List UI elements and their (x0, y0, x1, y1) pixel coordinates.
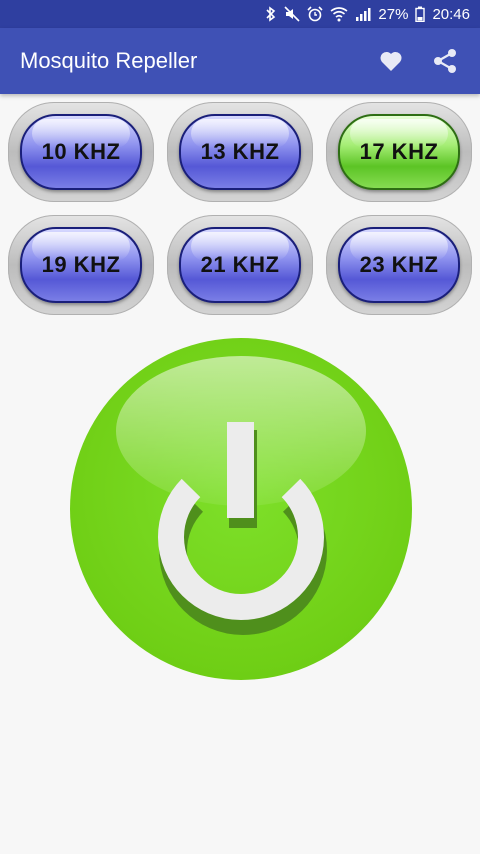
signal-icon (355, 6, 371, 22)
freq-label: 19 KHZ (41, 252, 121, 277)
app-bar: Mosquito Repeller (0, 28, 480, 94)
freq-button-face: 23 KHZ (338, 227, 460, 303)
freq-button-10khz[interactable]: 10 KHZ (8, 102, 154, 202)
share-icon (434, 49, 456, 73)
freq-label: 10 KHZ (41, 139, 121, 164)
freq-label: 13 KHZ (200, 139, 280, 164)
heart-icon (380, 51, 402, 71)
freq-button-face: 19 KHZ (20, 227, 142, 303)
freq-button-19khz[interactable]: 19 KHZ (8, 215, 154, 315)
freq-button-23khz[interactable]: 23 KHZ (326, 215, 472, 315)
alarm-icon (307, 6, 323, 22)
freq-button-13khz[interactable]: 13 KHZ (167, 102, 313, 202)
freq-button-face: 13 KHZ (179, 114, 301, 190)
wifi-icon (330, 6, 348, 22)
clock: 20:46 (432, 5, 470, 23)
freq-label: 17 KHZ (359, 139, 439, 164)
favorite-button[interactable] (364, 34, 418, 88)
mute-icon (284, 6, 300, 22)
freq-button-face: 17 KHZ (338, 114, 460, 190)
freq-label: 23 KHZ (359, 252, 439, 277)
freq-button-face: 21 KHZ (179, 227, 301, 303)
status-bar: 27% 20:46 (0, 0, 480, 28)
freq-button-face: 10 KHZ (20, 114, 142, 190)
battery-percent: 27% (378, 5, 409, 23)
app-title: Mosquito Repeller (20, 48, 198, 73)
share-button[interactable] (418, 34, 472, 88)
freq-button-17khz[interactable]: 17 KHZ (326, 102, 472, 202)
bluetooth-icon (265, 6, 277, 22)
power-icon (158, 422, 327, 635)
freq-label: 21 KHZ (200, 252, 280, 277)
power-button[interactable] (70, 338, 412, 680)
freq-button-21khz[interactable]: 21 KHZ (167, 215, 313, 315)
battery-icon (415, 6, 426, 22)
